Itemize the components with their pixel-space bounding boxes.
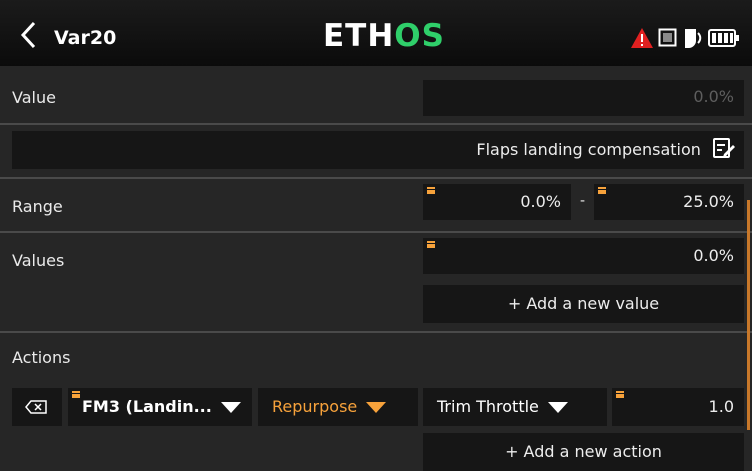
battery-icon	[708, 27, 740, 53]
name-text: Flaps landing compensation	[476, 140, 701, 159]
mode-dropdown[interactable]: Repurpose	[258, 388, 418, 426]
actions-label: Actions	[12, 348, 71, 367]
warning-icon[interactable]	[630, 27, 654, 53]
source-marker-icon	[427, 187, 435, 194]
edit-icon[interactable]	[712, 137, 736, 159]
value-field: 0.0%	[423, 80, 744, 116]
separator	[0, 123, 752, 125]
add-action-button[interactable]: + Add a new action	[423, 433, 744, 471]
target-dropdown[interactable]: Trim Throttle	[423, 388, 607, 426]
dropdown-arrow-icon	[220, 402, 241, 413]
delete-icon	[25, 400, 47, 414]
range-dash: -	[580, 193, 586, 209]
value-readout: 0.0%	[693, 87, 734, 106]
action-value-field[interactable]: 1.0	[612, 388, 744, 426]
sound-icon	[682, 27, 704, 53]
back-button[interactable]	[20, 20, 50, 54]
source-marker-icon	[598, 187, 606, 194]
checkbox-icon	[658, 27, 678, 51]
dropdown-arrow-icon	[366, 402, 387, 413]
values-field[interactable]: 0.0%	[423, 238, 744, 274]
ethos-logo: ETHOS	[323, 18, 445, 54]
range-label: Range	[12, 197, 63, 216]
value-label: Value	[12, 88, 56, 107]
source-marker-icon	[72, 391, 80, 398]
name-field[interactable]: Flaps landing compensation	[12, 131, 744, 169]
separator	[0, 231, 752, 233]
values-label: Values	[12, 251, 65, 270]
separator	[0, 331, 752, 333]
back-chevron-icon	[20, 21, 36, 49]
top-bar: Var20 ETHOS	[0, 0, 752, 66]
range-min-field[interactable]: 0.0%	[423, 184, 571, 220]
dropdown-arrow-icon	[547, 402, 568, 413]
page-title: Var20	[54, 27, 117, 49]
separator	[0, 177, 752, 179]
delete-action-button[interactable]	[12, 388, 62, 426]
source-marker-icon	[427, 241, 435, 248]
scrollbar[interactable]	[747, 200, 750, 430]
source-marker-icon	[616, 391, 624, 398]
status-icons	[630, 27, 740, 51]
range-max-field[interactable]: 25.0%	[594, 184, 744, 220]
condition-dropdown[interactable]: FM3 (Landin...	[68, 388, 252, 426]
add-value-button[interactable]: + Add a new value	[423, 285, 744, 323]
